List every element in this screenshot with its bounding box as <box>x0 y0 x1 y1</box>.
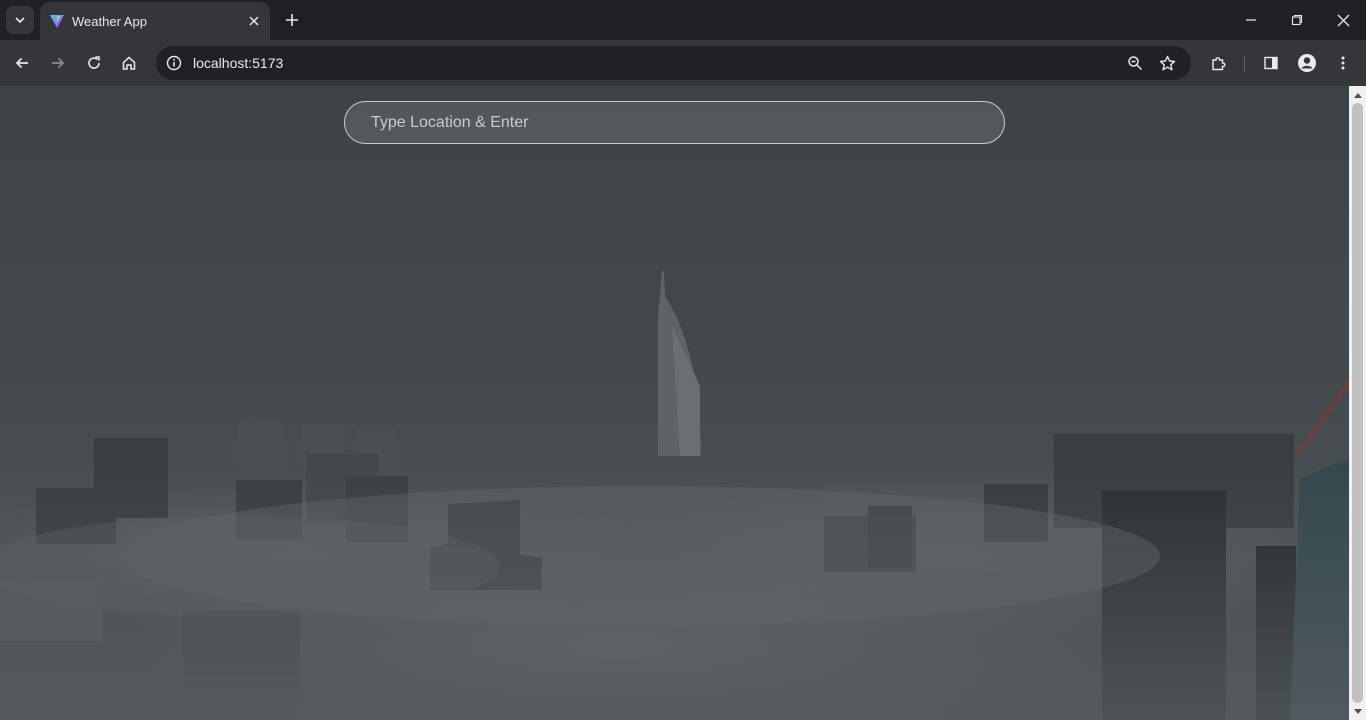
vertical-scrollbar[interactable] <box>1349 86 1366 720</box>
tab-title: Weather App <box>72 14 147 29</box>
scrollbar-thumb[interactable] <box>1352 103 1363 703</box>
reload-button[interactable] <box>80 49 108 77</box>
menu-button[interactable] <box>1329 49 1357 77</box>
close-window-button[interactable] <box>1320 0 1366 40</box>
scroll-down-button[interactable] <box>1349 703 1366 720</box>
vite-logo-icon <box>50 15 64 28</box>
side-panel-icon <box>1264 56 1278 70</box>
chevron-down-icon <box>15 17 25 24</box>
tab-strip: Weather App <box>0 0 1366 40</box>
more-vertical-icon <box>1341 56 1345 70</box>
info-icon <box>166 55 182 71</box>
tab-search-button[interactable] <box>6 6 34 34</box>
zoom-icon <box>1128 56 1143 71</box>
arrow-right-icon <box>52 57 65 69</box>
side-panel-button[interactable] <box>1257 49 1285 77</box>
arrow-left-icon <box>15 57 28 69</box>
back-button[interactable] <box>8 49 36 77</box>
browser-window: Weather App localhost:5173 Type Location… <box>0 0 1366 720</box>
extensions-button[interactable] <box>1204 49 1232 77</box>
address-bar[interactable]: localhost:5173 <box>156 46 1191 80</box>
page-viewport <box>0 86 1349 720</box>
toolbar-divider <box>1244 55 1245 73</box>
triangle-up-icon <box>1353 92 1362 98</box>
scroll-up-button[interactable] <box>1349 86 1366 103</box>
bookmark-button[interactable] <box>1155 51 1179 75</box>
new-tab-button[interactable] <box>280 8 304 32</box>
zoom-button[interactable] <box>1123 51 1147 75</box>
close-icon <box>249 16 259 26</box>
home-button[interactable] <box>115 49 143 77</box>
minimize-button[interactable] <box>1228 0 1274 40</box>
home-icon <box>122 56 136 70</box>
tab-weather-app[interactable]: Weather App <box>40 2 270 40</box>
address-url[interactable]: localhost:5173 <box>193 55 283 71</box>
minimize-icon <box>1246 19 1256 21</box>
profile-button[interactable] <box>1293 49 1321 77</box>
star-icon <box>1159 55 1175 70</box>
forward-button[interactable] <box>44 49 72 77</box>
plus-icon <box>286 14 298 26</box>
foggy-city-background <box>0 271 1349 720</box>
close-icon <box>1337 14 1349 26</box>
restore-icon <box>1291 14 1303 26</box>
tab-close-button[interactable] <box>246 13 262 29</box>
avatar-icon <box>1298 54 1316 72</box>
site-info-button[interactable] <box>162 51 186 75</box>
restore-button[interactable] <box>1274 0 1320 40</box>
puzzle-icon <box>1211 56 1225 70</box>
reload-icon <box>88 56 100 69</box>
browser-toolbar: localhost:5173 <box>0 40 1366 86</box>
location-search-input[interactable] <box>344 101 1005 144</box>
triangle-down-icon <box>1353 708 1362 714</box>
location-search <box>344 101 1005 144</box>
